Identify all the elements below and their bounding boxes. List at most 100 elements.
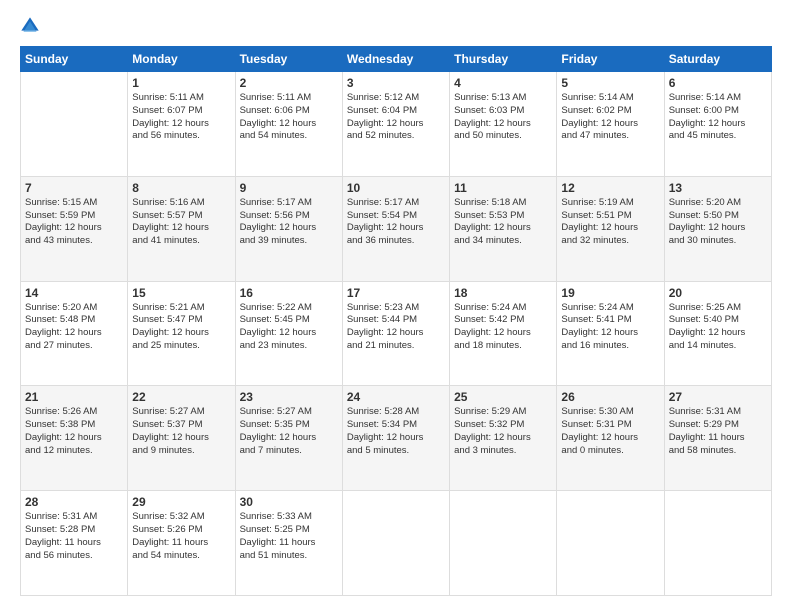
calendar-cell: 30Sunrise: 5:33 AM Sunset: 5:25 PM Dayli… (235, 491, 342, 596)
calendar-cell: 21 Sunrise: 5:26 AM Sunset: 5:38 PM Dayli… (21, 386, 128, 491)
day-number: 1 (132, 76, 230, 90)
day-number: 30 (240, 495, 338, 509)
cell-content: Sunrise: 5:17 AM Sunset: 5:56 PM Dayligh… (240, 197, 338, 248)
day-header-monday: Monday (128, 47, 235, 72)
day-number: 16 (240, 286, 338, 300)
calendar-cell (450, 491, 557, 596)
day-number: 17 (347, 286, 445, 300)
cell-content: Sunrise: 5:14 AM Sunset: 6:02 PM Dayligh… (561, 92, 659, 143)
calendar-cell: 7 Sunrise: 5:15 AM Sunset: 5:59 PM Daylig… (21, 176, 128, 281)
calendar-cell: 1 Sunrise: 5:11 AM Sunset: 6:07 PM Daylig… (128, 72, 235, 177)
day-number: 18 (454, 286, 552, 300)
logo (20, 16, 44, 36)
cell-content: Sunrise: 5:11 AM Sunset: 6:07 PM Dayligh… (132, 92, 230, 143)
cell-content: Sunrise: 5:29 AM Sunset: 5:32 PM Dayligh… (454, 406, 552, 457)
day-number: 27 (669, 390, 767, 404)
calendar-cell: 4 Sunrise: 5:13 AM Sunset: 6:03 PM Daylig… (450, 72, 557, 177)
calendar-cell: 19Sunrise: 5:24 AM Sunset: 5:41 PM Dayli… (557, 281, 664, 386)
day-number: 25 (454, 390, 552, 404)
day-number: 10 (347, 181, 445, 195)
day-number: 26 (561, 390, 659, 404)
day-number: 22 (132, 390, 230, 404)
calendar-cell: 10 Sunrise: 5:17 AM Sunset: 5:54 PM Dayli… (342, 176, 449, 281)
calendar-cell: 27Sunrise: 5:31 AM Sunset: 5:29 PM Dayli… (664, 386, 771, 491)
calendar-cell: 26 Sunrise: 5:30 AM Sunset: 5:31 PM Dayli… (557, 386, 664, 491)
cell-content: Sunrise: 5:23 AM Sunset: 5:44 PM Dayligh… (347, 302, 445, 353)
day-number: 15 (132, 286, 230, 300)
cell-content: Sunrise: 5:22 AM Sunset: 5:45 PM Dayligh… (240, 302, 338, 353)
day-number: 11 (454, 181, 552, 195)
calendar-cell: 2 Sunrise: 5:11 AM Sunset: 6:06 PM Daylig… (235, 72, 342, 177)
day-number: 2 (240, 76, 338, 90)
calendar-cell: 16 Sunrise: 5:22 AM Sunset: 5:45 PM Dayli… (235, 281, 342, 386)
calendar-cell: 13Sunrise: 5:20 AM Sunset: 5:50 PM Dayli… (664, 176, 771, 281)
calendar-cell: 14Sunrise: 5:20 AM Sunset: 5:48 PM Dayli… (21, 281, 128, 386)
cell-content: Sunrise: 5:12 AM Sunset: 6:04 PM Dayligh… (347, 92, 445, 143)
week-row-5: 28 Sunrise: 5:31 AM Sunset: 5:28 PM Dayli… (21, 491, 772, 596)
cell-content: Sunrise: 5:26 AM Sunset: 5:38 PM Dayligh… (25, 406, 123, 457)
cell-content: Sunrise: 5:25 AM Sunset: 5:40 PM Dayligh… (669, 302, 767, 353)
calendar-cell: 3 Sunrise: 5:12 AM Sunset: 6:04 PM Daylig… (342, 72, 449, 177)
cell-content: Sunrise: 5:13 AM Sunset: 6:03 PM Dayligh… (454, 92, 552, 143)
cell-content: Sunrise: 5:24 AM Sunset: 5:41 PM Dayligh… (561, 302, 659, 353)
cell-content: Sunrise: 5:14 AM Sunset: 6:00 PM Dayligh… (669, 92, 767, 143)
day-number: 13 (669, 181, 767, 195)
day-number: 7 (25, 181, 123, 195)
calendar-cell: 9 Sunrise: 5:17 AM Sunset: 5:56 PM Daylig… (235, 176, 342, 281)
calendar-table: SundayMondayTuesdayWednesdayThursdayFrid… (20, 46, 772, 596)
cell-content: Sunrise: 5:28 AM Sunset: 5:34 PM Dayligh… (347, 406, 445, 457)
week-row-3: 14Sunrise: 5:20 AM Sunset: 5:48 PM Dayli… (21, 281, 772, 386)
header (20, 16, 772, 36)
day-number: 9 (240, 181, 338, 195)
day-number: 21 (25, 390, 123, 404)
cell-content: Sunrise: 5:32 AM Sunset: 5:26 PM Dayligh… (132, 511, 230, 562)
calendar-cell (342, 491, 449, 596)
day-number: 3 (347, 76, 445, 90)
logo-icon (20, 16, 40, 36)
calendar-cell: 22Sunrise: 5:27 AM Sunset: 5:37 PM Dayli… (128, 386, 235, 491)
cell-content: Sunrise: 5:16 AM Sunset: 5:57 PM Dayligh… (132, 197, 230, 248)
calendar-cell: 20Sunrise: 5:25 AM Sunset: 5:40 PM Dayli… (664, 281, 771, 386)
calendar-cell: 28 Sunrise: 5:31 AM Sunset: 5:28 PM Dayli… (21, 491, 128, 596)
day-number: 8 (132, 181, 230, 195)
calendar-cell: 17 Sunrise: 5:23 AM Sunset: 5:44 PM Dayli… (342, 281, 449, 386)
day-header-thursday: Thursday (450, 47, 557, 72)
cell-content: Sunrise: 5:31 AM Sunset: 5:28 PM Dayligh… (25, 511, 123, 562)
cell-content: Sunrise: 5:18 AM Sunset: 5:53 PM Dayligh… (454, 197, 552, 248)
week-row-2: 7 Sunrise: 5:15 AM Sunset: 5:59 PM Daylig… (21, 176, 772, 281)
calendar-cell: 11 Sunrise: 5:18 AM Sunset: 5:53 PM Dayli… (450, 176, 557, 281)
day-number: 5 (561, 76, 659, 90)
cell-content: Sunrise: 5:24 AM Sunset: 5:42 PM Dayligh… (454, 302, 552, 353)
week-row-1: 1 Sunrise: 5:11 AM Sunset: 6:07 PM Daylig… (21, 72, 772, 177)
page: SundayMondayTuesdayWednesdayThursdayFrid… (0, 0, 792, 612)
day-number: 24 (347, 390, 445, 404)
day-number: 4 (454, 76, 552, 90)
day-number: 12 (561, 181, 659, 195)
cell-content: Sunrise: 5:15 AM Sunset: 5:59 PM Dayligh… (25, 197, 123, 248)
cell-content: Sunrise: 5:17 AM Sunset: 5:54 PM Dayligh… (347, 197, 445, 248)
calendar-cell: 25 Sunrise: 5:29 AM Sunset: 5:32 PM Dayli… (450, 386, 557, 491)
cell-content: Sunrise: 5:11 AM Sunset: 6:06 PM Dayligh… (240, 92, 338, 143)
cell-content: Sunrise: 5:27 AM Sunset: 5:35 PM Dayligh… (240, 406, 338, 457)
calendar-cell: 12 Sunrise: 5:19 AM Sunset: 5:51 PM Dayli… (557, 176, 664, 281)
calendar-cell: 5 Sunrise: 5:14 AM Sunset: 6:02 PM Daylig… (557, 72, 664, 177)
day-header-saturday: Saturday (664, 47, 771, 72)
calendar-cell (664, 491, 771, 596)
cell-content: Sunrise: 5:19 AM Sunset: 5:51 PM Dayligh… (561, 197, 659, 248)
cell-content: Sunrise: 5:30 AM Sunset: 5:31 PM Dayligh… (561, 406, 659, 457)
header-row: SundayMondayTuesdayWednesdayThursdayFrid… (21, 47, 772, 72)
calendar-cell (557, 491, 664, 596)
calendar-cell: 8 Sunrise: 5:16 AM Sunset: 5:57 PM Daylig… (128, 176, 235, 281)
day-number: 28 (25, 495, 123, 509)
calendar-cell: 15Sunrise: 5:21 AM Sunset: 5:47 PM Dayli… (128, 281, 235, 386)
day-header-tuesday: Tuesday (235, 47, 342, 72)
cell-content: Sunrise: 5:20 AM Sunset: 5:48 PM Dayligh… (25, 302, 123, 353)
calendar-cell (21, 72, 128, 177)
calendar-cell: 18 Sunrise: 5:24 AM Sunset: 5:42 PM Dayli… (450, 281, 557, 386)
day-number: 23 (240, 390, 338, 404)
day-header-friday: Friday (557, 47, 664, 72)
calendar-cell: 29Sunrise: 5:32 AM Sunset: 5:26 PM Dayli… (128, 491, 235, 596)
week-row-4: 21 Sunrise: 5:26 AM Sunset: 5:38 PM Dayli… (21, 386, 772, 491)
day-number: 6 (669, 76, 767, 90)
calendar-cell: 23 Sunrise: 5:27 AM Sunset: 5:35 PM Dayli… (235, 386, 342, 491)
